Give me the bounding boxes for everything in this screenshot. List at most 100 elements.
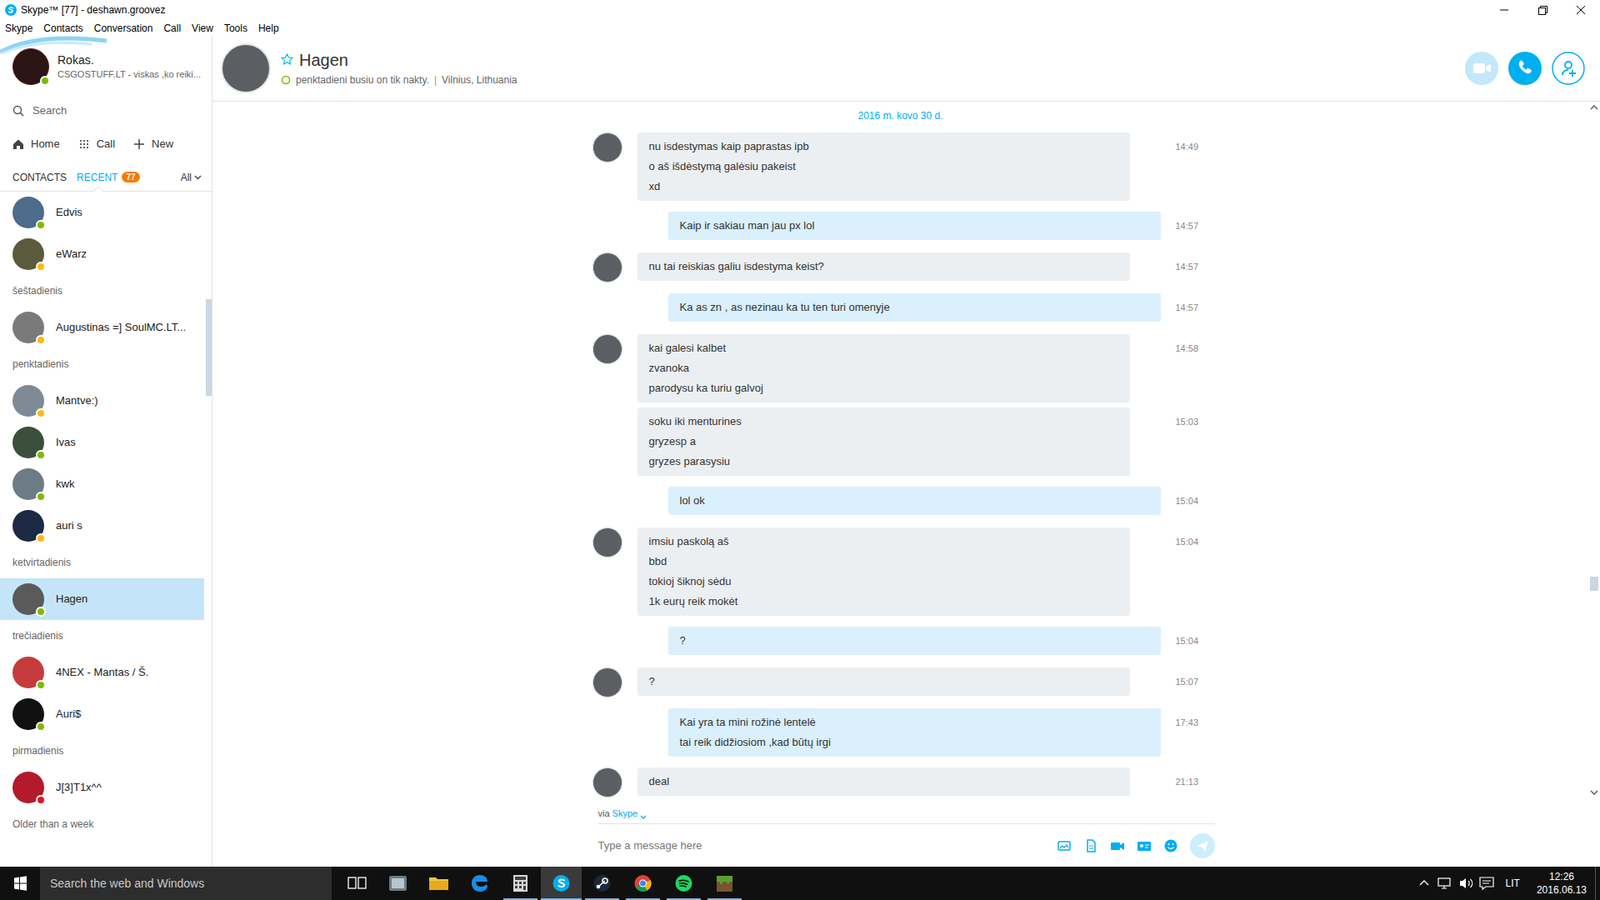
message-avatar[interactable] — [592, 527, 623, 558]
message-avatar[interactable] — [592, 667, 623, 698]
send-contacts-icon[interactable] — [1136, 838, 1152, 854]
contact-avatar[interactable] — [12, 656, 45, 689]
menu-item[interactable]: Call — [163, 20, 181, 36]
message-avatar[interactable] — [592, 132, 623, 163]
nav-call-button[interactable]: Call — [78, 135, 115, 153]
via-selector[interactable]: viaSkype — [598, 798, 1215, 824]
message-avatar[interactable] — [592, 767, 623, 798]
edge-icon[interactable] — [459, 866, 500, 900]
profile[interactable]: Rokas.CSGOSTUFF.LT - viskas ,ko reiki... — [0, 35, 212, 97]
contact-avatar[interactable] — [12, 196, 45, 229]
contact-item[interactable]: 4NEX - Mantas / Š. — [0, 651, 205, 694]
minimize-icon[interactable] — [1485, 0, 1524, 20]
search-input[interactable] — [32, 102, 204, 120]
contact-avatar[interactable] — [12, 238, 45, 270]
volume-icon[interactable] — [1455, 866, 1476, 900]
message-avatar[interactable] — [592, 334, 623, 365]
send-file-icon[interactable] — [1083, 838, 1099, 854]
contact-item[interactable]: eWarz — [0, 233, 205, 275]
chrome-icon[interactable] — [622, 866, 664, 900]
call-icon — [78, 138, 90, 150]
contact-item[interactable]: Edvis — [0, 191, 205, 234]
tab[interactable]: CONTACTS — [12, 163, 67, 191]
contact-item[interactable]: J[3]T1x^^ — [0, 766, 205, 809]
show-desktop-button[interactable] — [1595, 866, 1600, 900]
message-avatar[interactable] — [592, 252, 623, 283]
profile-avatar[interactable] — [12, 48, 50, 85]
contact-item[interactable]: Hagen — [0, 578, 205, 620]
contact-avatar[interactable] — [12, 385, 45, 417]
menu-item[interactable]: Skype — [5, 20, 33, 36]
contact-avatar[interactable] — [12, 311, 45, 344]
contact-item[interactable]: Mantve:) — [0, 380, 205, 422]
scrollbar-thumb[interactable] — [1590, 576, 1599, 591]
filter-dropdown[interactable]: All — [180, 170, 202, 185]
windows-start-icon[interactable] — [0, 866, 40, 900]
send-image-icon[interactable] — [1056, 838, 1072, 854]
menu-item[interactable]: Conversation — [94, 20, 154, 36]
message-input[interactable] — [598, 837, 1045, 855]
contact-photo[interactable] — [220, 43, 271, 94]
menu-item[interactable]: Contacts — [43, 20, 83, 36]
clock-date: 2016.06.13 — [1536, 883, 1587, 897]
contact-item[interactable]: Auri$ — [0, 693, 205, 735]
app-icon[interactable] — [377, 866, 419, 900]
network-icon[interactable] — [1434, 866, 1456, 900]
nav-bar: Home Call New — [0, 125, 212, 164]
taskbar-search[interactable]: Search the web and Windows — [40, 866, 332, 900]
contact-avatar[interactable] — [12, 583, 45, 615]
steam-icon[interactable] — [581, 866, 623, 900]
contact-item[interactable]: kwk — [0, 463, 205, 505]
sidebar-scrollbar-thumb[interactable] — [205, 299, 212, 396]
video-message-icon[interactable] — [1110, 838, 1125, 854]
list-section-header: Older than a week — [0, 808, 212, 840]
status-dot — [35, 606, 46, 617]
action-center-icon[interactable] — [1475, 866, 1498, 900]
restore-icon[interactable] — [1523, 0, 1562, 20]
menu-item[interactable]: Tools — [224, 20, 248, 36]
scroll-up-icon[interactable] — [1590, 101, 1599, 114]
contact-avatar[interactable] — [12, 698, 45, 730]
message-time: 14:57 — [1175, 252, 1210, 275]
contact-item[interactable]: auri s — [0, 505, 205, 547]
nav-home-button[interactable]: Home — [12, 135, 60, 153]
explorer-icon[interactable] — [418, 866, 460, 900]
call-icon[interactable] — [1508, 51, 1542, 85]
contact-item[interactable]: Augustinas =] SoulMC.LT... — [0, 306, 205, 349]
calculator-icon[interactable] — [500, 866, 541, 900]
message-time: 17:43 — [1175, 708, 1210, 730]
close-icon[interactable] — [1561, 0, 1600, 20]
contact-name: Ivas — [55, 434, 76, 451]
minecraft-icon[interactable] — [704, 866, 745, 900]
message-bubble: nu isdestymas kaip paprastas ipbo aš išd… — [637, 132, 1130, 201]
conversation-scrollbar[interactable] — [1588, 101, 1600, 799]
sidebar: Rokas.CSGOSTUFF.LT - viskas ,ko reiki...… — [0, 35, 213, 867]
contact-avatar[interactable] — [12, 426, 45, 459]
show-hidden-icons-icon[interactable] — [1414, 866, 1435, 900]
menu-item[interactable]: View — [191, 20, 214, 36]
tab-notch-icon — [93, 185, 104, 192]
status-dot — [35, 795, 46, 805]
menu-item[interactable]: Help — [258, 20, 280, 36]
contact-avatar[interactable] — [12, 510, 45, 542]
message-bubble: lol ok — [668, 486, 1161, 515]
add-contact-icon[interactable] — [1551, 51, 1585, 85]
emoticon-icon[interactable] — [1163, 838, 1179, 854]
contact-avatar[interactable] — [12, 771, 45, 804]
scroll-down-icon[interactable] — [1590, 786, 1599, 799]
spotify-icon[interactable] — [663, 866, 705, 900]
menu-bar: Skype Contacts Conversation Call View Tools He… — [0, 20, 1600, 36]
clock[interactable]: 12:262016.06.13 — [1528, 870, 1595, 897]
input-language[interactable]: LIT — [1497, 875, 1529, 891]
nav-new-button[interactable]: New — [133, 135, 174, 153]
tab[interactable]: RECENT77 — [76, 163, 140, 191]
contact-avatar[interactable] — [12, 468, 45, 500]
task-view-icon[interactable] — [336, 866, 378, 900]
message: lol ok15:04 — [592, 486, 1210, 517]
favorite-star-icon[interactable] — [280, 53, 294, 66]
contact-item[interactable]: Ivas — [0, 421, 205, 464]
list-section-header: ketvirtadienis — [0, 546, 212, 579]
skype-icon[interactable] — [540, 866, 582, 900]
send-icon[interactable] — [1190, 833, 1215, 859]
running-indicator — [540, 898, 582, 900]
